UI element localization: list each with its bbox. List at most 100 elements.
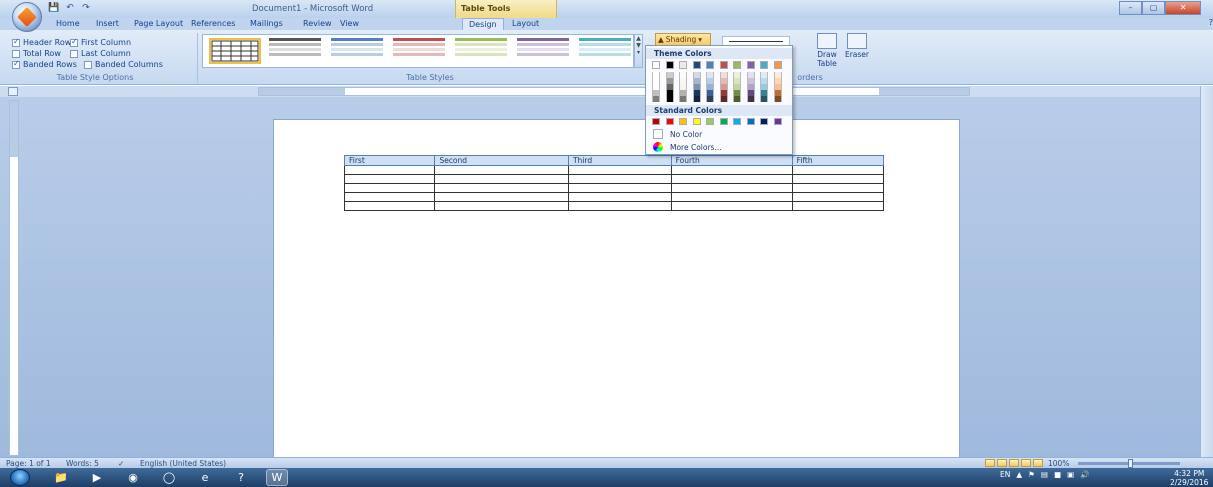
table-header-cell[interactable]: Third xyxy=(567,155,672,166)
media-player-icon[interactable]: ▶ xyxy=(86,469,108,486)
table-header-cell[interactable]: Fifth xyxy=(791,155,885,166)
redo-icon[interactable]: ↷ xyxy=(80,2,92,14)
table-cell[interactable] xyxy=(791,183,885,193)
table-style-light-shading[interactable] xyxy=(269,38,321,64)
table-cell[interactable] xyxy=(791,192,885,202)
tab-design[interactable]: Design xyxy=(462,18,504,30)
total-row-checkbox[interactable] xyxy=(12,49,20,58)
table-style-accent-1[interactable] xyxy=(331,38,383,64)
proofing-icon[interactable]: ✓ xyxy=(118,459,124,468)
maximize-button[interactable]: ▢ xyxy=(1142,1,1166,15)
theme-color-swatch[interactable] xyxy=(773,61,782,69)
standard-color-swatch[interactable] xyxy=(746,118,755,125)
zoom-slider-thumb[interactable] xyxy=(1128,459,1133,468)
table-cell[interactable] xyxy=(434,183,569,193)
tab-home[interactable]: Home xyxy=(56,19,80,28)
word-count[interactable]: Words: 5 xyxy=(66,459,99,468)
print-layout-view-icon[interactable] xyxy=(985,459,995,467)
theme-shade-swatch[interactable] xyxy=(733,96,741,102)
theme-color-swatch[interactable] xyxy=(692,61,701,69)
table-header-cell[interactable]: First xyxy=(343,155,436,166)
table-cell[interactable] xyxy=(791,165,885,175)
total-row-option[interactable]: Total Row xyxy=(12,49,61,58)
table-cell[interactable] xyxy=(670,183,793,193)
tab-layout[interactable]: Layout xyxy=(512,19,539,28)
theme-color-swatch[interactable] xyxy=(706,61,714,69)
theme-color-swatch[interactable] xyxy=(746,61,755,69)
theme-shade-swatch[interactable] xyxy=(706,96,714,102)
last-column-checkbox[interactable] xyxy=(70,49,78,58)
theme-color-swatch[interactable] xyxy=(719,61,728,69)
file-explorer-icon[interactable]: 📁 xyxy=(50,469,72,486)
table-cell[interactable] xyxy=(670,165,793,175)
table-cell[interactable] xyxy=(343,201,436,211)
flag-icon[interactable]: ⚑ xyxy=(1028,470,1035,479)
table-style-accent-5[interactable] xyxy=(579,38,631,64)
standard-color-swatch[interactable] xyxy=(760,118,768,125)
theme-shade-swatch[interactable] xyxy=(773,96,782,102)
table-cell[interactable] xyxy=(670,201,793,211)
full-screen-reading-icon[interactable] xyxy=(997,459,1007,467)
network-icon[interactable]: ▤ xyxy=(1041,470,1048,479)
table-header-cell[interactable]: Second xyxy=(434,155,569,166)
table-cell[interactable] xyxy=(567,165,672,175)
tab-review[interactable]: Review xyxy=(303,19,332,28)
table-cell[interactable] xyxy=(343,174,436,184)
firefox-icon[interactable]: ◉ xyxy=(122,469,144,486)
theme-color-swatch[interactable] xyxy=(733,61,741,69)
table-cell[interactable] xyxy=(567,192,672,202)
internet-explorer-icon[interactable]: e xyxy=(194,469,216,486)
vertical-ruler[interactable] xyxy=(9,100,19,456)
monitor-tray-icon[interactable]: ▣ xyxy=(1067,470,1074,479)
tab-view[interactable]: View xyxy=(340,19,359,28)
outline-view-icon[interactable] xyxy=(1021,459,1031,467)
header-row-checkbox[interactable] xyxy=(12,37,20,47)
zoom-level[interactable]: 100% xyxy=(1048,459,1069,468)
no-color-menu-item[interactable]: No Color xyxy=(649,128,789,140)
start-button[interactable] xyxy=(10,469,30,486)
tab-insert[interactable]: Insert xyxy=(96,19,119,28)
tab-mailings[interactable]: Mailings xyxy=(250,19,283,28)
theme-color-swatch[interactable] xyxy=(679,61,687,69)
last-column-option[interactable]: Last Column xyxy=(70,49,131,58)
chrome-icon[interactable]: ◯ xyxy=(158,469,180,486)
system-clock[interactable]: 4:32 PM 2/29/2016 xyxy=(1170,469,1208,487)
banded-columns-checkbox[interactable] xyxy=(84,60,92,69)
first-column-option[interactable]: First Column xyxy=(70,37,131,47)
more-colors-menu-item[interactable]: More Colors... xyxy=(649,141,789,153)
table-cell[interactable] xyxy=(567,201,672,211)
table-cell[interactable] xyxy=(434,192,569,202)
table-cell[interactable] xyxy=(791,201,885,211)
close-button[interactable]: ✕ xyxy=(1165,1,1201,15)
table-styles-gallery[interactable] xyxy=(202,34,634,68)
table-cell[interactable] xyxy=(434,174,569,184)
app-tray-icon[interactable]: ■ xyxy=(1054,470,1061,479)
draft-view-icon[interactable] xyxy=(1033,459,1043,467)
zoom-slider[interactable] xyxy=(1078,459,1180,468)
standard-color-swatch[interactable] xyxy=(719,118,728,125)
header-row-option[interactable]: Header Row xyxy=(12,37,71,47)
table-cell[interactable] xyxy=(434,165,569,175)
tab-references[interactable]: References xyxy=(191,19,235,28)
standard-color-swatch[interactable] xyxy=(773,118,782,125)
table-style-plain[interactable] xyxy=(209,38,261,64)
standard-color-swatch[interactable] xyxy=(665,118,674,125)
banded-columns-option[interactable]: Banded Columns xyxy=(84,60,163,69)
theme-color-swatch[interactable] xyxy=(652,61,660,69)
banded-rows-option[interactable]: Banded Rows xyxy=(12,59,77,69)
eraser-button[interactable]: Eraser xyxy=(842,33,872,59)
table-cell[interactable] xyxy=(434,201,569,211)
standard-color-swatch[interactable] xyxy=(679,118,687,125)
table-cell[interactable] xyxy=(791,174,885,184)
vertical-scrollbar[interactable] xyxy=(1200,86,1213,457)
theme-shade-swatch[interactable] xyxy=(746,96,755,102)
theme-color-swatch[interactable] xyxy=(760,61,768,69)
undo-icon[interactable]: ↶ xyxy=(64,2,76,14)
table-style-accent-2[interactable] xyxy=(393,38,445,64)
draw-table-button[interactable]: Draw Table xyxy=(812,33,842,68)
table-style-accent-3[interactable] xyxy=(455,38,507,64)
first-column-checkbox[interactable] xyxy=(70,37,78,47)
save-icon[interactable]: 💾 xyxy=(48,2,60,14)
standard-color-swatch[interactable] xyxy=(733,118,741,125)
table-style-accent-4[interactable] xyxy=(517,38,569,64)
